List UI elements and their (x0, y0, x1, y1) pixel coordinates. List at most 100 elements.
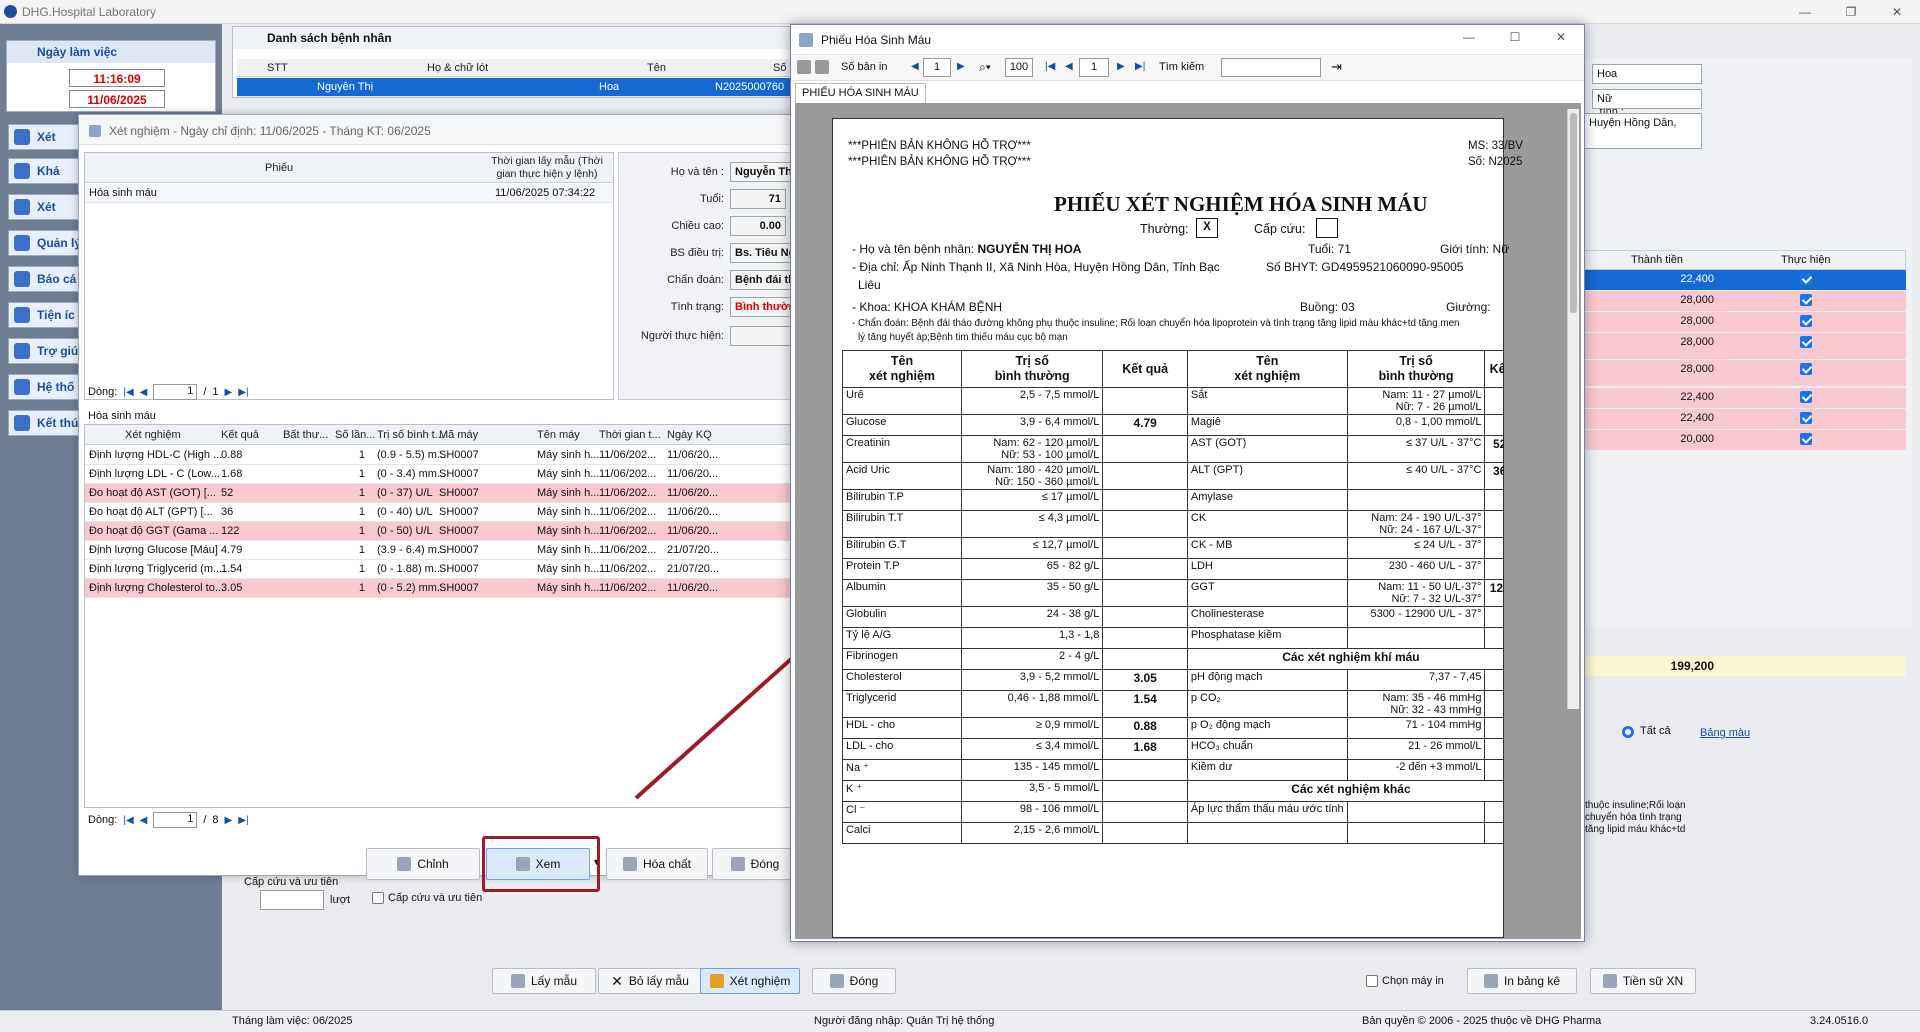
test-row[interactable]: Định lượng Glucose [Máu] 4.79 1 (3.9 - 6.4)… (85, 541, 797, 560)
prev-icon[interactable]: ◀ (911, 61, 919, 72)
find-next-icon[interactable]: ⇥ (1331, 59, 1342, 75)
nav-item-1[interactable]: Khá (8, 158, 80, 184)
zoom-input[interactable]: 100 (1005, 58, 1033, 77)
nav-item-4[interactable]: Báo cá (8, 266, 80, 292)
report-scrollbar[interactable] (1567, 109, 1579, 709)
close-icon[interactable]: ✕ (1874, 0, 1920, 24)
minimize-icon[interactable]: — (1446, 25, 1492, 49)
form-name[interactable]: Nguyễn Thị (730, 162, 792, 182)
right-name-field[interactable]: Hoa (1592, 64, 1702, 84)
price-row[interactable]: 28,000 (1584, 360, 1906, 386)
nav-item-8[interactable]: Kết thú (8, 410, 80, 436)
test-fee-button[interactable]: Tiền sữ XN (1590, 968, 1696, 994)
prev-page-icon[interactable]: ◀ (140, 815, 148, 826)
take-sample-button[interactable]: Lấy mẫu (492, 968, 596, 994)
nav-item-5[interactable]: Tiện íc (8, 302, 80, 328)
price-row[interactable]: 28,000 (1584, 312, 1906, 332)
form-age[interactable]: 71 (730, 189, 786, 209)
first-page-icon[interactable]: |◀ (123, 815, 133, 826)
test-col-header[interactable]: Ngày KQ (667, 429, 712, 441)
done-checkbox[interactable] (1800, 294, 1812, 306)
price-row[interactable]: 20,000 (1584, 430, 1906, 450)
price-row[interactable]: 22,400 (1584, 270, 1906, 290)
zoom-icon[interactable]: ⌕▾ (979, 60, 991, 75)
test-col-header[interactable]: Tên máy (537, 429, 580, 441)
print-list-button[interactable]: In bảng kê (1467, 968, 1577, 994)
first-page-icon[interactable]: |◀ (123, 387, 133, 398)
form-performer[interactable] (730, 326, 792, 346)
form-status[interactable]: Bình thường (730, 297, 792, 317)
maximize-icon[interactable]: ☐ (1492, 25, 1538, 49)
search-input[interactable] (1221, 58, 1321, 77)
test-row[interactable]: Đo hoạt độ GGT (Gama ... 122 1 (0 - 50) U/L… (85, 522, 797, 541)
price-row[interactable]: 22,400 (1584, 388, 1906, 408)
test-col-header[interactable]: Số lần... (335, 429, 375, 441)
test-col-header[interactable]: Bất thư... (283, 429, 328, 441)
print-setup-icon[interactable] (815, 60, 829, 74)
price-row[interactable]: 22,400 (1584, 409, 1906, 429)
copies-input[interactable]: 1 (923, 58, 951, 77)
radio-all[interactable] (1622, 726, 1634, 738)
page-input[interactable]: 1 (1079, 58, 1109, 77)
test-row[interactable]: Đo hoạt độ ALT (GPT) [... 36 1 (0 - 40) U/L… (85, 503, 797, 522)
report-tab[interactable]: PHIẾU HÓA SINH MÁU (795, 83, 926, 103)
test-col-header[interactable]: Trị số bình t... (377, 429, 444, 441)
emergency-checkbox[interactable] (372, 892, 384, 904)
nav-item-2[interactable]: Xét (8, 194, 80, 220)
maximize-icon[interactable]: ❐ (1828, 0, 1874, 24)
form-height[interactable]: 0.00 (730, 216, 786, 236)
form-diag[interactable]: Bệnh đái thá (730, 270, 792, 290)
test-row[interactable]: Định lượng Cholesterol to... 3.05 1 (0 - 5.… (85, 579, 797, 598)
first-page-icon[interactable]: |◀ (1045, 61, 1055, 72)
nav-item-6[interactable]: Trợ giú (8, 338, 80, 364)
choose-printer-checkbox[interactable] (1366, 975, 1378, 987)
edit-button[interactable]: Chỉnh (366, 848, 480, 880)
pager1-input[interactable]: 1 (153, 384, 198, 400)
done-checkbox[interactable] (1800, 363, 1812, 375)
prev-page-icon[interactable]: ◀ (140, 387, 148, 398)
chemicals-button[interactable]: Hóa chất (606, 848, 708, 880)
minimize-icon[interactable]: — (1782, 0, 1828, 24)
nav-item-3[interactable]: Quản lý (8, 230, 80, 256)
nav-item-7[interactable]: Hệ thố (8, 374, 80, 400)
done-checkbox[interactable] (1800, 315, 1812, 327)
nav-item-0[interactable]: Xét (8, 124, 80, 150)
test-col-header[interactable]: Kết quả (221, 429, 259, 441)
test-row[interactable]: Định lượng LDL - C (Low... 1.68 1 (0 - 3.4)… (85, 465, 797, 484)
form-doctor[interactable]: Bs. Tiêu Ng (730, 243, 792, 263)
test-row[interactable]: Đo hoạt độ AST (GOT) [... 52 1 (0 - 37) U/L… (85, 484, 797, 503)
next-page-icon[interactable]: ▶ (225, 387, 233, 398)
patient-row[interactable]: Nguyễn Thị Hoa N2025000760 (237, 78, 793, 97)
price-row[interactable]: 28,000 (1584, 333, 1906, 359)
choose-printer[interactable]: Chọn máy in (1366, 975, 1444, 987)
next-icon[interactable]: ▶ (957, 61, 965, 72)
last-page-icon[interactable]: ▶| (238, 387, 248, 398)
emergency-count-input[interactable] (260, 890, 324, 910)
done-checkbox[interactable] (1800, 336, 1812, 348)
right-address-field[interactable]: Huyện Hồng Dân, (1584, 113, 1702, 149)
done-checkbox[interactable] (1800, 433, 1812, 445)
next-page-icon[interactable]: ▶ (1117, 61, 1125, 72)
test-col-header[interactable]: Thời gian t... (599, 429, 661, 441)
pager2-input[interactable]: 1 (153, 812, 198, 828)
done-checkbox[interactable] (1800, 391, 1812, 403)
last-page-icon[interactable]: ▶| (238, 815, 248, 826)
done-checkbox[interactable] (1800, 273, 1812, 285)
last-page-icon[interactable]: ▶| (1135, 61, 1145, 72)
color-table-link[interactable]: Bảng màu (1700, 727, 1750, 739)
close-icon[interactable]: ✕ (1538, 25, 1584, 49)
order-close-button[interactable]: Đóng (712, 848, 798, 880)
phieu-row[interactable]: Hóa sinh máu 11/06/2025 07:34:22 (85, 184, 613, 203)
test-row[interactable]: Định lượng Triglycerid (m... 1.54 1 (0 - 1.… (85, 560, 797, 579)
test-col-header[interactable]: Mã máy (439, 429, 478, 441)
test-row[interactable]: Định lượng HDL-C (High ... 0.88 1 (0.9 - 5.… (85, 446, 797, 465)
bottom-close-button[interactable]: Đóng (812, 968, 896, 994)
emergency-check[interactable]: Cấp cứu và ưu tiên (372, 892, 482, 904)
price-row[interactable]: 28,000 (1584, 291, 1906, 311)
next-page-icon[interactable]: ▶ (225, 815, 233, 826)
prev-page-icon[interactable]: ◀ (1065, 61, 1073, 72)
print-icon[interactable] (797, 60, 811, 74)
test-col-header[interactable]: Xét nghiệm (125, 429, 181, 441)
done-checkbox[interactable] (1800, 412, 1812, 424)
right-gender-field[interactable]: Nữ (1592, 89, 1702, 109)
